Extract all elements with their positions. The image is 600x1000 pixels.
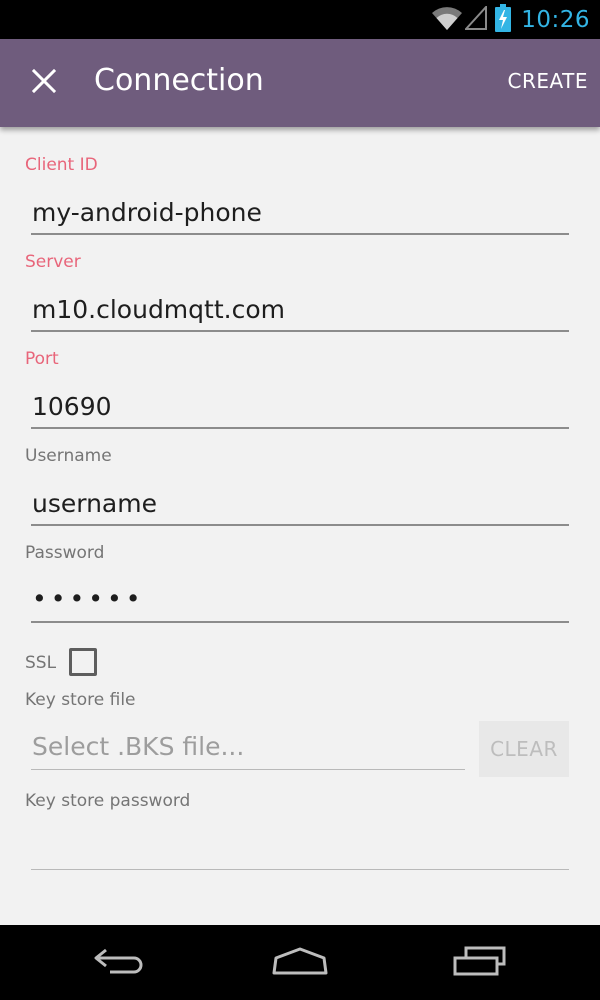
ssl-label: SSL [25,653,57,673]
client-id-underline [31,233,569,235]
client-id-label: Client ID [25,155,98,175]
status-time: 10:26 [521,7,590,33]
client-id-input[interactable]: my-android-phone [32,198,262,227]
server-underline [31,330,569,332]
key-store-password-input[interactable] [32,833,570,867]
connection-form: Client ID my-android-phone Server m10.cl… [0,127,600,925]
port-label: Port [25,349,59,369]
back-icon [92,946,148,980]
action-bar: Connection CREATE [0,39,600,127]
ssl-checkbox[interactable] [69,648,97,676]
username-label: Username [25,446,112,466]
password-input[interactable]: •••••• [32,584,144,613]
password-label: Password [25,543,105,563]
password-underline [31,621,569,623]
username-underline [31,524,569,526]
server-label: Server [25,252,81,272]
recent-apps-button[interactable] [430,933,530,993]
port-input[interactable]: 10690 [32,392,112,421]
signal-icon [463,4,488,34]
recent-apps-icon [452,945,508,981]
battery-charging-icon [495,4,512,36]
key-store-password-underline [31,869,569,870]
home-icon [271,946,329,980]
key-store-file-underline [31,769,465,770]
page-title: Connection [94,63,264,98]
home-button[interactable] [250,933,350,993]
navigation-bar [0,925,600,1000]
username-input[interactable]: username [32,489,157,518]
key-store-file-label: Key store file [25,690,136,710]
key-store-file-input[interactable]: Select .BKS file... [32,732,244,761]
status-bar: 10:26 [0,0,600,39]
close-icon [31,68,57,97]
create-button[interactable]: CREATE [508,69,588,93]
server-input[interactable]: m10.cloudmqtt.com [32,295,285,324]
key-store-password-label: Key store password [25,791,191,811]
back-button[interactable] [70,933,170,993]
port-underline [31,427,569,429]
wifi-icon [431,5,463,35]
close-button[interactable] [18,57,70,109]
clear-button[interactable]: CLEAR [479,721,569,777]
status-icons: 10:26 [431,4,590,36]
